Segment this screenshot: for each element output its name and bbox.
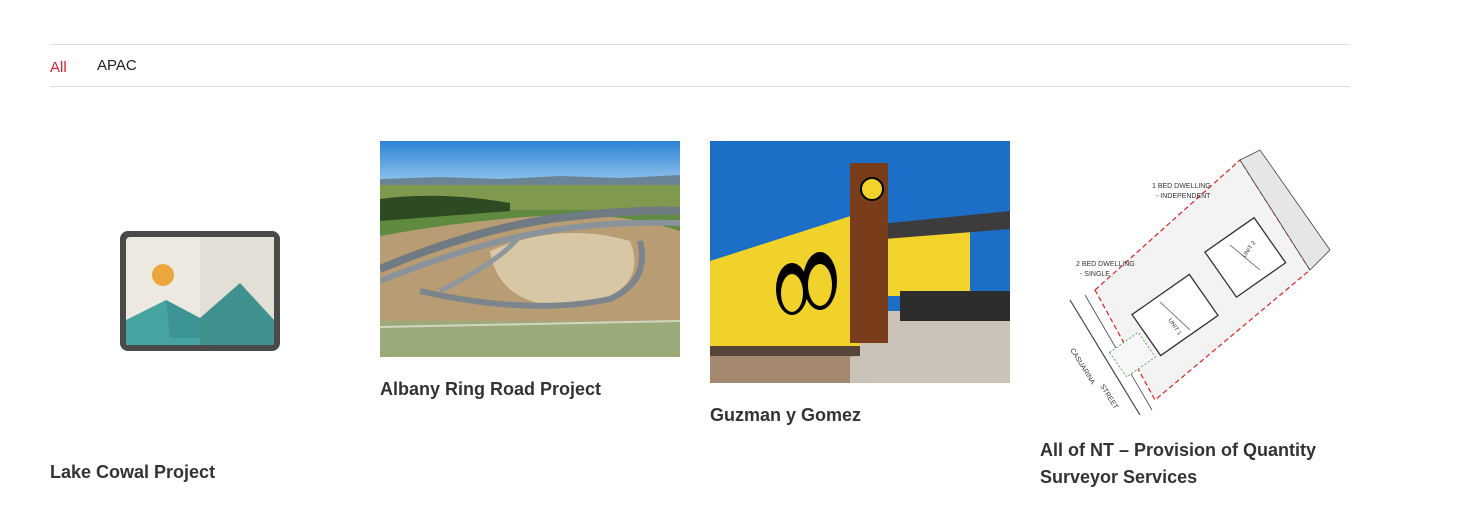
- project-title[interactable]: Albany Ring Road Project: [380, 376, 680, 403]
- filter-apac[interactable]: APAC: [97, 57, 137, 74]
- project-card-all-of-nt[interactable]: 1 BED DWELLING - INDEPENDENT 2 BED DWELL…: [1040, 140, 1340, 500]
- category-filter-bar: All APAC: [50, 44, 1350, 87]
- plan-label: - INDEPENDENT: [1156, 193, 1211, 200]
- project-card-guzman-y-gomez[interactable]: Guzman y Gomez: [710, 141, 1010, 441]
- project-title[interactable]: All of NT – Provision of Quantity Survey…: [1040, 437, 1340, 491]
- project-thumbnail[interactable]: [50, 140, 350, 440]
- project-title[interactable]: Guzman y Gomez: [710, 402, 1010, 429]
- plan-label: - SINGLE: [1080, 271, 1110, 278]
- project-card-lake-cowal[interactable]: Lake Cowal Project: [50, 140, 350, 500]
- placeholder-image-icon: [120, 231, 280, 351]
- yellow-restaurant-building-photo: [710, 141, 1010, 383]
- project-title[interactable]: Lake Cowal Project: [50, 459, 350, 486]
- site-plan-drawing: 1 BED DWELLING - INDEPENDENT 2 BED DWELL…: [1040, 140, 1340, 422]
- project-thumbnail[interactable]: [380, 141, 680, 357]
- filter-all[interactable]: All: [50, 59, 67, 76]
- project-thumbnail[interactable]: 1 BED DWELLING - INDEPENDENT 2 BED DWELL…: [1040, 140, 1340, 422]
- plan-label: 2 BED DWELLING: [1076, 261, 1135, 268]
- plan-label: 1 BED DWELLING: [1152, 183, 1211, 190]
- project-card-albany-ring-road[interactable]: Albany Ring Road Project: [380, 141, 680, 411]
- aerial-road-interchange-photo: [380, 141, 680, 357]
- project-thumbnail[interactable]: [710, 141, 1010, 383]
